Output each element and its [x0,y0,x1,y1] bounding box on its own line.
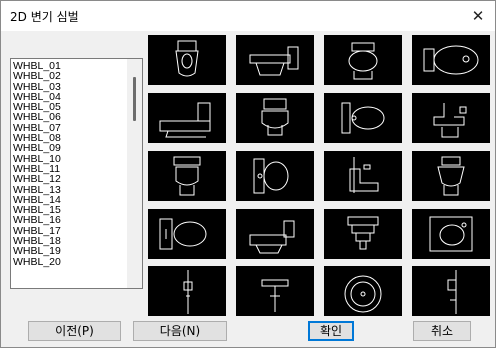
symbol-preview-image [159,218,207,250]
symbol-thumbnail[interactable] [324,35,402,85]
symbol-list-items: WHBL_01 WHBL_02 WHBL_03 WHBL_04 WHBL_05 WHBL_… [13,61,61,267]
symbol-thumbnail[interactable] [324,151,402,201]
symbol-thumbnail[interactable] [324,266,402,316]
symbol-thumbnail[interactable] [324,93,402,143]
symbol-thumbnail[interactable] [412,35,490,85]
symbol-thumbnail[interactable] [236,35,314,85]
symbol-thumbnail[interactable] [412,151,490,201]
symbol-thumbnail[interactable] [148,209,226,259]
symbol-preview-image [249,46,299,76]
symbol-thumbnail[interactable] [324,209,402,259]
list-item[interactable]: WHBL_20 [13,256,61,267]
symbol-thumbnail[interactable] [412,93,490,143]
ok-button[interactable]: 확인 [308,321,354,341]
symbol-preview-image [183,270,193,314]
symbol-preview-image [261,279,289,312]
symbol-preview-image [261,98,289,136]
symbol-thumbnail[interactable] [148,93,226,143]
symbol-thumbnail[interactable] [236,266,314,316]
symbol-preview-image [433,103,467,138]
symbol-dialog: 2D 변기 심벌 ✕ WHBL_01 WHBL_02 WHBL_03 WHBL_04 W… [0,0,496,348]
symbol-preview-image [349,157,379,193]
symbol-thumbnail[interactable] [236,151,314,201]
symbol-preview-image [175,40,199,77]
symbol-thumbnail[interactable] [148,266,226,316]
symbol-preview-image [347,216,379,250]
symbol-preview-image [423,45,479,75]
symbol-preview-image [253,158,289,194]
symbol-listbox[interactable]: WHBL_01 WHBL_02 WHBL_03 WHBL_04 WHBL_05 WHBL_… [10,58,143,289]
list-scrollbar[interactable] [127,59,142,288]
symbol-preview-image [437,156,465,196]
next-button[interactable]: 다음(N) [133,321,227,341]
symbol-preview-image [348,42,378,80]
dialog-title: 2D 변기 심벌 [10,10,79,24]
symbol-preview-image [447,270,457,314]
symbol-preview-image [249,220,295,254]
symbol-thumbnail[interactable] [412,209,490,259]
scrollbar-thumb[interactable] [133,77,136,121]
symbol-thumbnail[interactable] [148,35,226,85]
title-bar: 2D 변기 심벌 ✕ [1,1,495,31]
prev-button[interactable]: 이전(P) [28,321,121,341]
symbol-preview-image [173,156,201,196]
close-icon[interactable]: ✕ [467,5,489,27]
symbol-preview-image [344,275,382,313]
symbol-preview-image [159,102,211,138]
symbol-thumbnail[interactable] [236,209,314,259]
symbol-thumbnail[interactable] [148,151,226,201]
symbol-preview-image [429,216,473,252]
symbol-thumbnail[interactable] [412,266,490,316]
cancel-button[interactable]: 취소 [413,321,471,341]
symbol-thumbnail[interactable] [236,93,314,143]
symbol-preview-image [341,102,385,134]
